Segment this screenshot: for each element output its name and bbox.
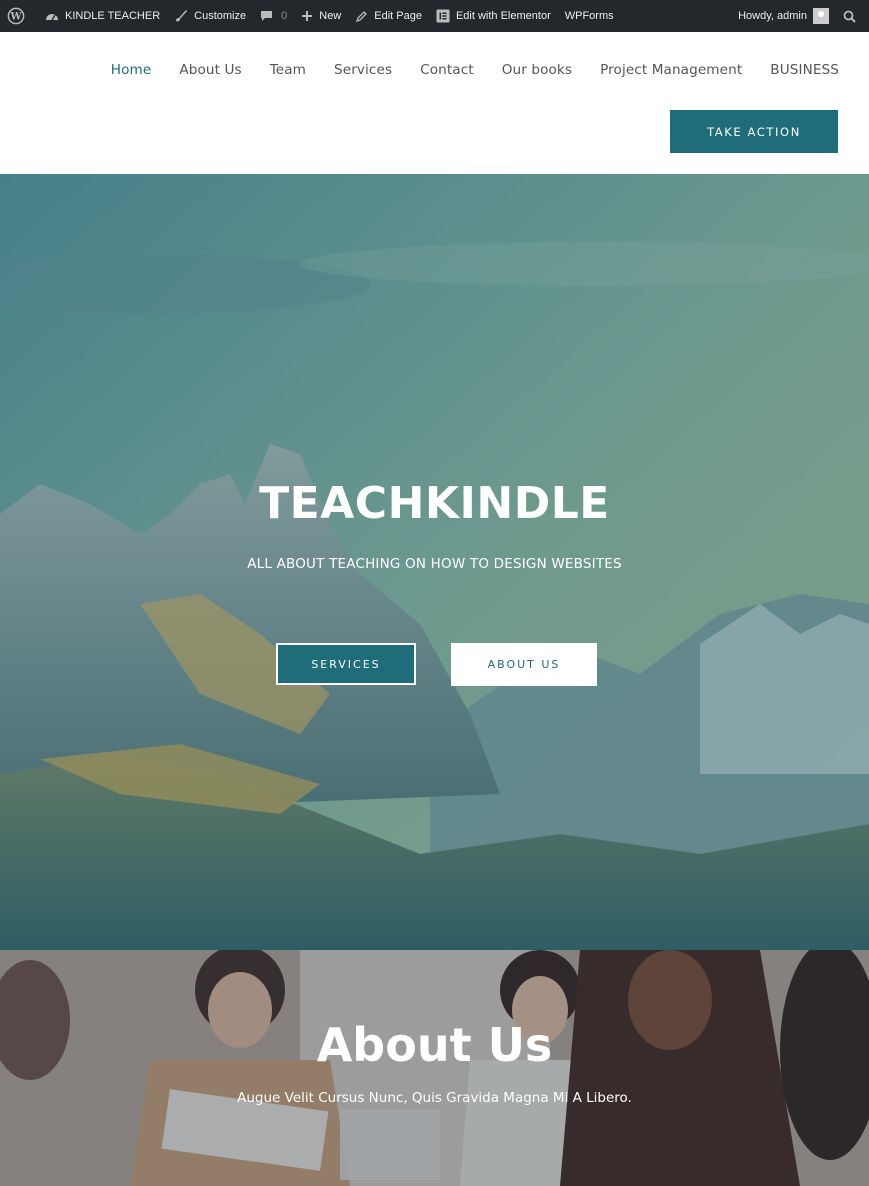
avatar	[813, 8, 829, 24]
hero-section: TEACHKINDLE ALL ABOUT TEACHING ON HOW TO…	[0, 174, 869, 950]
edit-with-elementor-link[interactable]: Edit with Elementor	[429, 0, 558, 32]
hero-title: TEACHKINDLE	[259, 478, 610, 529]
about-title: About Us	[316, 1018, 553, 1072]
nav-item-contact[interactable]: Contact	[420, 62, 474, 78]
about-subtitle: Augue Velit Cursus Nunc, Quis Gravida Ma…	[237, 1090, 632, 1106]
edit-elementor-label: Edit with Elementor	[455, 10, 551, 22]
howdy-label: Howdy, admin	[738, 10, 807, 22]
dashboard-icon	[46, 14, 58, 21]
comments-count: 0	[281, 10, 288, 22]
hero-subtitle: ALL ABOUT TEACHING ON HOW TO DESIGN WEBS…	[247, 556, 622, 572]
edit-page-label: Edit Page	[374, 10, 422, 22]
site-name-link[interactable]: KINDLE TEACHER	[38, 0, 167, 32]
comments-link[interactable]: 0	[253, 0, 294, 32]
wordpress-icon: W	[7, 7, 25, 25]
nav-item-business[interactable]: BUSINESS	[770, 62, 839, 78]
comment-icon	[261, 11, 273, 21]
elementor-icon	[436, 9, 450, 23]
take-action-button[interactable]: TAKE ACTION	[670, 110, 838, 153]
about-us-button[interactable]: ABOUT US	[451, 643, 597, 686]
wordpress-logo-button[interactable]: W	[0, 0, 38, 32]
paintbrush-icon	[176, 10, 188, 22]
pencil-icon	[356, 10, 368, 22]
services-button[interactable]: SERVICES	[276, 643, 416, 685]
new-content-link[interactable]: New	[294, 0, 348, 32]
admin-bar: W KINDLE TEACHER Customize 0 New Edit Pa…	[0, 0, 869, 32]
customize-link[interactable]: Customize	[167, 0, 253, 32]
new-label: New	[319, 10, 342, 22]
edit-page-link[interactable]: Edit Page	[348, 0, 429, 32]
wpforms-label: WPForms	[564, 10, 614, 22]
customize-label: Customize	[194, 10, 247, 22]
nav-item-project-management[interactable]: Project Management	[600, 62, 742, 78]
nav-item-about-us[interactable]: About Us	[179, 62, 241, 78]
nav-item-home[interactable]: Home	[111, 62, 152, 78]
about-section: About Us Augue Velit Cursus Nunc, Quis G…	[0, 950, 869, 1186]
plus-icon	[302, 11, 313, 21]
nav-item-team[interactable]: Team	[270, 62, 306, 78]
nav-item-our-books[interactable]: Our books	[502, 62, 572, 78]
wpforms-link[interactable]: WPForms	[558, 0, 621, 32]
search-icon	[843, 10, 856, 23]
site-name-label: KINDLE TEACHER	[65, 10, 161, 22]
site-header: Home About Us Team Services Contact Our …	[0, 32, 869, 174]
svg-text:W: W	[9, 12, 22, 23]
nav-item-services[interactable]: Services	[334, 62, 392, 78]
admin-search-button[interactable]	[836, 0, 869, 32]
main-navigation: Home About Us Team Services Contact Our …	[0, 62, 869, 78]
my-account-link[interactable]: Howdy, admin	[731, 0, 836, 32]
